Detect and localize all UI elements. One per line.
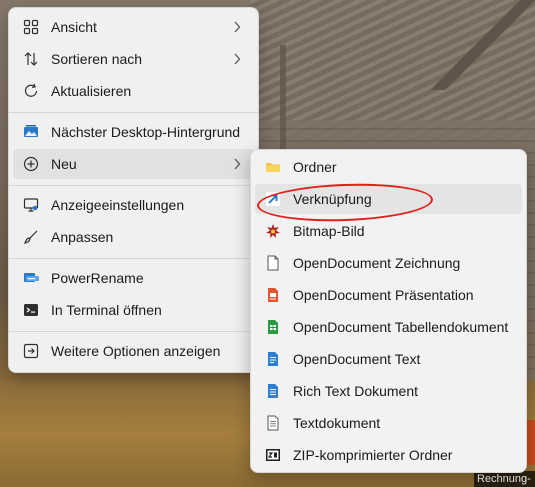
more-options-icon xyxy=(23,343,39,359)
new-submenu: Ordner Verknüpfung Bitmap-Bild OpenDocum… xyxy=(250,149,527,473)
submenu-item-label: OpenDocument Tabellendokument xyxy=(293,319,509,335)
menu-separator xyxy=(9,112,258,113)
desktop-context-menu: Ansicht Sortieren nach Aktualisieren Näc… xyxy=(8,7,259,373)
zip-archive-icon xyxy=(265,447,281,463)
submenu-item-label: Ordner xyxy=(293,159,337,175)
powerrename-icon xyxy=(23,270,39,286)
submenu-item-text[interactable]: OpenDocument Text xyxy=(255,344,522,374)
menu-item-label: Anpassen xyxy=(51,229,114,245)
desktop-file-label[interactable]: Rechnung- xyxy=(474,471,535,487)
brush-icon xyxy=(23,229,39,245)
submenu-item-praesentation[interactable]: OpenDocument Präsentation xyxy=(255,280,522,310)
menu-item-label: In Terminal öffnen xyxy=(51,302,162,318)
menu-item-weitere-optionen[interactable]: Weitere Optionen anzeigen xyxy=(13,336,254,366)
folder-icon xyxy=(265,159,281,175)
text-document-icon xyxy=(265,351,281,367)
menu-item-sortieren[interactable]: Sortieren nach xyxy=(13,44,254,74)
submenu-item-tabellendokument[interactable]: OpenDocument Tabellendokument xyxy=(255,312,522,342)
menu-item-neu[interactable]: Neu xyxy=(13,149,254,179)
submenu-item-verknuepfung[interactable]: Verknüpfung xyxy=(255,184,522,214)
notepad-icon xyxy=(265,415,281,431)
submenu-item-label: OpenDocument Text xyxy=(293,351,421,367)
menu-item-naechster-hintergrund[interactable]: Nächster Desktop-Hintergrund xyxy=(13,117,254,147)
submenu-item-zeichnung[interactable]: OpenDocument Zeichnung xyxy=(255,248,522,278)
menu-item-aktualisieren[interactable]: Aktualisieren xyxy=(13,76,254,106)
submenu-item-zip[interactable]: ZIP-komprimierter Ordner xyxy=(255,440,522,470)
sort-arrows-icon xyxy=(23,51,39,67)
refresh-icon xyxy=(23,83,39,99)
submenu-item-textdokument[interactable]: Textdokument xyxy=(255,408,522,438)
menu-item-anpassen[interactable]: Anpassen xyxy=(13,222,254,252)
chevron-right-icon xyxy=(232,21,242,33)
presentation-icon xyxy=(265,287,281,303)
submenu-item-label: ZIP-komprimierter Ordner xyxy=(293,447,453,463)
menu-item-powerrename[interactable]: PowerRename xyxy=(13,263,254,293)
menu-item-label: Sortieren nach xyxy=(51,51,143,67)
menu-item-ansicht[interactable]: Ansicht xyxy=(13,12,254,42)
submenu-item-rich-text[interactable]: Rich Text Dokument xyxy=(255,376,522,406)
submenu-item-label: OpenDocument Präsentation xyxy=(293,287,474,303)
wallpaper-roof-edge xyxy=(420,0,535,90)
terminal-icon xyxy=(23,302,39,318)
spreadsheet-icon xyxy=(265,319,281,335)
submenu-item-label: Bitmap-Bild xyxy=(293,223,365,239)
menu-item-label: Weitere Optionen anzeigen xyxy=(51,343,221,359)
submenu-item-label: Verknüpfung xyxy=(293,191,372,207)
menu-separator xyxy=(9,331,258,332)
bitmap-icon xyxy=(265,223,281,239)
submenu-item-bitmap[interactable]: Bitmap-Bild xyxy=(255,216,522,246)
menu-item-label: Aktualisieren xyxy=(51,83,132,99)
submenu-item-label: Rich Text Dokument xyxy=(293,383,419,399)
submenu-item-label: OpenDocument Zeichnung xyxy=(293,255,461,271)
menu-separator xyxy=(9,258,258,259)
menu-item-terminal[interactable]: In Terminal öffnen xyxy=(13,295,254,325)
submenu-item-ordner[interactable]: Ordner xyxy=(255,152,522,182)
chevron-right-icon xyxy=(232,53,242,65)
menu-item-label: Nächster Desktop-Hintergrund xyxy=(51,124,241,140)
rich-text-icon xyxy=(265,383,281,399)
menu-item-label: Ansicht xyxy=(51,19,97,35)
shortcut-arrow-icon xyxy=(265,191,281,207)
submenu-item-label: Textdokument xyxy=(293,415,381,431)
menu-item-label: PowerRename xyxy=(51,270,144,286)
grid-view-icon xyxy=(23,19,39,35)
new-plus-icon xyxy=(23,156,39,172)
display-settings-icon xyxy=(23,197,39,213)
next-wallpaper-icon xyxy=(23,124,39,140)
document-blank-icon xyxy=(265,255,281,271)
menu-separator xyxy=(9,185,258,186)
wallpaper-cross xyxy=(268,45,298,155)
menu-item-label: Anzeigeeinstellungen xyxy=(51,197,185,213)
chevron-right-icon xyxy=(232,158,242,170)
menu-item-anzeigeeinstellungen[interactable]: Anzeigeeinstellungen xyxy=(13,190,254,220)
menu-item-label: Neu xyxy=(51,156,77,172)
